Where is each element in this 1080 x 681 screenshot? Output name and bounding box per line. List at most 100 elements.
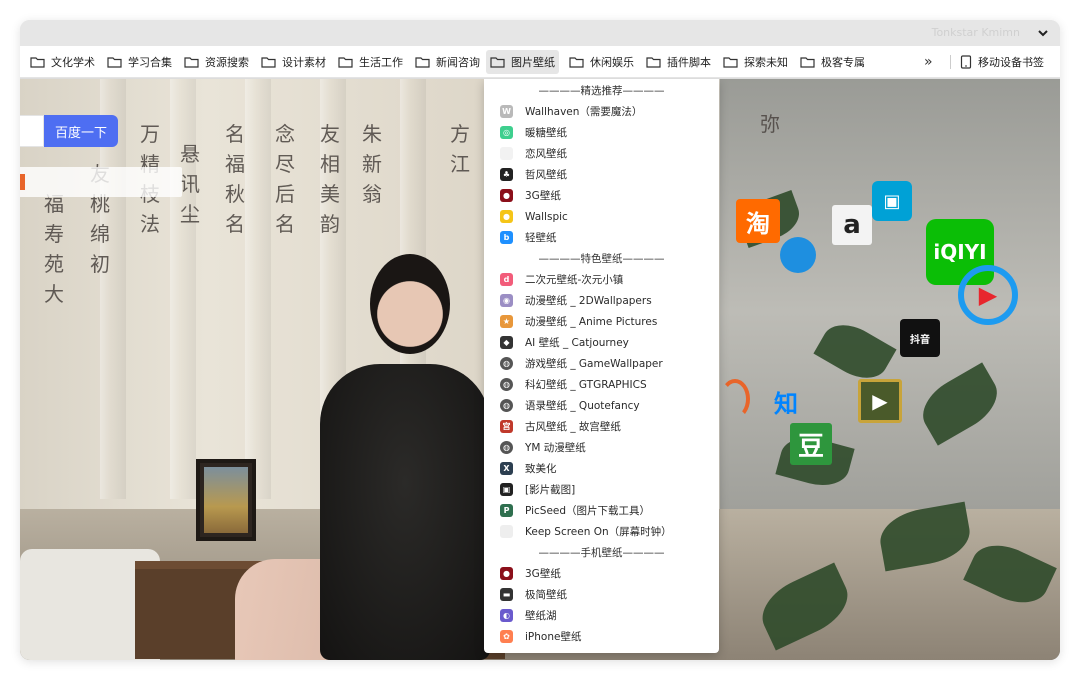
menu-item[interactable]: ◎ 暖糖壁纸 <box>484 122 719 143</box>
zhihu-shortcut[interactable]: 知 <box>768 383 804 419</box>
menu-item[interactable]: ● 3G壁纸 <box>484 185 719 206</box>
calligraphy-decoration: 名福秋名 <box>225 122 245 236</box>
menu-section-header: ————特色壁纸———— <box>538 253 665 265</box>
menu-item[interactable]: ◍ 游戏壁纸 _ GameWallpaper <box>484 353 719 374</box>
wallhaven-icon: W <box>500 105 513 118</box>
amazon-shortcut[interactable]: a <box>832 205 872 245</box>
bookmark-folder-wallpapers[interactable]: 图片壁纸 <box>486 50 559 74</box>
menu-item-label: 暖糖壁纸 <box>525 127 567 139</box>
menu-item-label: 轻壁纸 <box>525 232 557 244</box>
menu-item-label: 哲风壁纸 <box>525 169 567 181</box>
menu-item[interactable]: d 二次元壁纸-次元小镇 <box>484 269 719 290</box>
menu-item[interactable]: ✿ iPhone壁纸 <box>484 626 719 647</box>
bookmark-label: 新闻咨询 <box>436 56 480 69</box>
menu-item[interactable]: ◆ AI 壁纸 _ Catjourney <box>484 332 719 353</box>
menu-item-label: 科幻壁纸 _ GTGRAPHICS <box>525 379 647 391</box>
figure-dress <box>320 364 490 660</box>
search-input[interactable] <box>20 115 44 147</box>
bookmark-label: 极客专属 <box>821 56 865 69</box>
menu-item-label: [影片截图] <box>525 484 576 496</box>
folder-icon <box>646 57 661 68</box>
tencent-video-shortcut-icon[interactable]: ▶ <box>958 265 1018 325</box>
menu-item-label: PicSeed（图片下载工具） <box>525 505 651 517</box>
menu-section-header: ————精选推荐———— <box>538 85 665 97</box>
menu-item-label: 动漫壁纸 _ 2DWallpapers <box>525 295 652 307</box>
menu-item[interactable]: W Wallhaven（需要魔法） <box>484 101 719 122</box>
bookmark-folder-study[interactable]: 学习合集 <box>103 50 176 74</box>
bookmark-label: 探索未知 <box>744 56 788 69</box>
calligraphy-decoration: 弥 <box>760 112 780 136</box>
zhefeng-icon: ♣ <box>500 168 513 181</box>
menu-item[interactable]: P PicSeed（图片下载工具） <box>484 500 719 521</box>
menu-item[interactable]: 宫古风壁纸 _ 故宫壁纸 <box>484 416 719 437</box>
bilibili-shortcut-icon[interactable]: ▣ <box>872 181 912 221</box>
bookmark-folder-life[interactable]: 生活工作 <box>334 50 407 74</box>
folder-icon <box>723 57 738 68</box>
folder-icon <box>338 57 353 68</box>
folder-icon <box>490 57 505 68</box>
calligraphy-decoration: 悬讯尘 <box>180 142 200 226</box>
menu-item[interactable]: ◍ 科幻壁纸 _ GTGRAPHICS <box>484 374 719 395</box>
bookmarks-overflow-button[interactable]: » <box>924 54 933 70</box>
globe-icon: ◍ <box>500 441 513 454</box>
douyin-shortcut[interactable]: 抖音 <box>900 319 940 357</box>
menu-item[interactable]: ◐ 壁纸湖 <box>484 605 719 626</box>
menu-item[interactable]: ★ 动漫壁纸 _ Anime Pictures <box>484 311 719 332</box>
menu-item[interactable]: ● 3G壁纸 <box>484 563 719 584</box>
chevron-down-icon[interactable] <box>1036 26 1050 40</box>
menu-item-label: 恋风壁纸 <box>525 148 567 160</box>
mobile-bookmarks-folder[interactable]: 移动设备书签 <box>960 50 1044 74</box>
bookmarks-divider <box>950 55 951 69</box>
weibo-shortcut-icon[interactable] <box>720 379 750 419</box>
bookmark-folder-news[interactable]: 新闻咨询 <box>411 50 484 74</box>
bookmark-folder-explore[interactable]: 探索未知 <box>719 50 792 74</box>
lianfeng-icon <box>500 147 513 160</box>
menu-item-label: 壁纸湖 <box>525 610 557 622</box>
menu-item[interactable]: Keep Screen On（屏幕时钟） <box>484 521 719 542</box>
taobao-shortcut[interactable]: 淘 <box>736 199 780 243</box>
wallspic-icon: ● <box>500 210 513 223</box>
menu-item[interactable]: ▬ 极简壁纸 <box>484 584 719 605</box>
bookmark-folder-design[interactable]: 设计素材 <box>257 50 330 74</box>
menu-item[interactable]: 恋风壁纸 <box>484 143 719 164</box>
iphone-icon: ✿ <box>500 630 513 643</box>
dolphin-shortcut-icon[interactable] <box>780 237 816 273</box>
bookmark-folder-entertainment[interactable]: 休闲娱乐 <box>565 50 638 74</box>
baidu-search-button[interactable]: 百度一下 <box>44 115 118 147</box>
bizhihu-icon: ◐ <box>500 609 513 622</box>
calligraphy-decoration: 念尽后名 <box>275 122 295 236</box>
browser-window: Tonkstar Kmimn 文化学术 学习合集 资源搜索 设计素材 生活工作 … <box>20 20 1060 660</box>
mobile-bookmarks-label: 移动设备书签 <box>978 56 1044 69</box>
bookmark-folder-geek[interactable]: 极客专属 <box>796 50 869 74</box>
bookmark-label: 休闲娱乐 <box>590 56 634 69</box>
bookmark-label: 文化学术 <box>51 56 95 69</box>
menu-item-label: Keep Screen On（屏幕时钟） <box>525 526 672 538</box>
profile-name: Tonkstar Kmimn <box>931 26 1020 39</box>
keep-screen-icon <box>500 525 513 538</box>
douban-shortcut[interactable]: 豆 <box>790 423 832 465</box>
menu-item[interactable]: b 轻壁纸 <box>484 227 719 248</box>
folder-icon <box>30 57 45 68</box>
picture-frame-painting <box>204 467 248 533</box>
bookmark-label: 生活工作 <box>359 56 403 69</box>
page-content: 福寿苑大 友桃绵初 万精枝法 悬讯尘 名福秋名 念尽后名 友相美韵 朱新翁 方江… <box>20 79 1060 660</box>
menu-item-label: iPhone壁纸 <box>525 631 582 643</box>
calligraphy-decoration: 福寿苑大 <box>44 192 64 306</box>
menu-item[interactable]: ◉ 动漫壁纸 _ 2DWallpapers <box>484 290 719 311</box>
menu-item[interactable]: ◍ YM 动漫壁纸 <box>484 437 719 458</box>
bookmark-folder-culture[interactable]: 文化学术 <box>26 50 99 74</box>
video-player-shortcut-icon[interactable]: ▶ <box>858 379 902 423</box>
folder-icon <box>107 57 122 68</box>
3g-icon: ● <box>500 567 513 580</box>
menu-item[interactable]: ▣ [影片截图] <box>484 479 719 500</box>
menu-item-label: 二次元壁纸-次元小镇 <box>525 274 624 286</box>
menu-item[interactable]: X 致美化 <box>484 458 719 479</box>
menu-item[interactable]: ◍ 语录壁纸 _ Quotefancy <box>484 395 719 416</box>
bookmark-folder-resources[interactable]: 资源搜索 <box>180 50 253 74</box>
bookmark-label: 资源搜索 <box>205 56 249 69</box>
search-suggestion-box[interactable] <box>20 167 182 197</box>
menu-item[interactable]: ● Wallspic <box>484 206 719 227</box>
3g-icon: ● <box>500 189 513 202</box>
bookmark-folder-plugins[interactable]: 插件脚本 <box>642 50 715 74</box>
menu-item[interactable]: ♣ 哲风壁纸 <box>484 164 719 185</box>
